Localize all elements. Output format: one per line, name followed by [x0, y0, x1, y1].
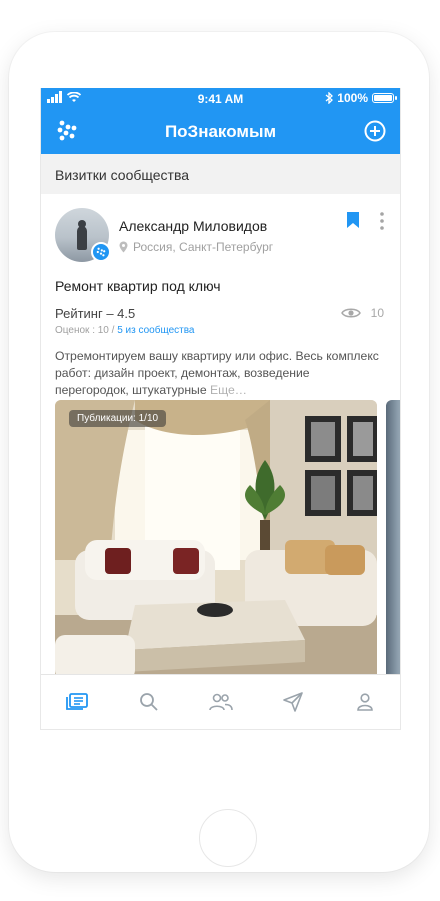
ratings-count-prefix: Оценок : 10 / — [55, 325, 115, 336]
tab-bar — [41, 674, 400, 729]
section-title: Визитки сообщества — [55, 167, 190, 183]
tab-people[interactable] — [209, 691, 233, 713]
user-location: Россия, Санкт-Петербург — [119, 240, 273, 254]
card-title: Ремонт квартир под ключ — [55, 278, 221, 294]
battery-icon — [372, 93, 397, 103]
tab-messages[interactable] — [281, 691, 305, 713]
tab-search[interactable] — [137, 691, 161, 713]
location-pin-icon — [119, 241, 128, 253]
tab-cards[interactable] — [65, 691, 89, 713]
profile-icon — [357, 693, 373, 711]
search-icon — [140, 693, 158, 711]
community-ratings-link[interactable]: 5 из сообщества — [117, 325, 194, 336]
app-title: ПоЗнакомым — [164, 122, 277, 141]
battery-percent: 100% — [337, 91, 368, 105]
next-publication-photo[interactable] — [386, 400, 400, 680]
add-circle-icon[interactable] — [364, 120, 386, 142]
rating-text: Рейтинг – 4.5 — [55, 306, 136, 321]
app-screen: 9:41 AM 100% ПоЗнакомым Визитки сообщест… — [40, 88, 401, 730]
ratings-count: Оценок : 10 / 5 из сообщества — [55, 325, 195, 336]
community-badge-icon — [91, 242, 111, 262]
status-bar: 9:41 AM 100% — [41, 88, 400, 108]
business-card[interactable]: Александр Миловидов Россия, Санкт-Петерб… — [41, 194, 400, 680]
app-navbar: ПоЗнакомым — [41, 108, 400, 154]
views-counter: 10 — [340, 306, 384, 320]
bookmark-icon[interactable] — [347, 212, 359, 228]
card-description: Отремонтируем вашу квартиру или офис. Ве… — [55, 348, 385, 399]
section-header: Визитки сообщества — [41, 154, 400, 195]
home-button[interactable] — [199, 809, 257, 867]
location-text: Россия, Санкт-Петербург — [133, 240, 274, 254]
people-icon — [209, 693, 233, 711]
bluetooth-icon — [325, 92, 334, 104]
tab-profile[interactable] — [353, 691, 377, 713]
eye-icon — [340, 308, 361, 318]
living-room-image — [55, 400, 377, 680]
views-count: 10 — [370, 306, 384, 320]
more-link[interactable]: Еще… — [210, 383, 247, 397]
publication-photo[interactable]: Публикации: 1/10 — [55, 400, 377, 680]
more-vertical-icon[interactable] — [379, 212, 385, 230]
user-name[interactable]: Александр Миловидов — [119, 218, 267, 234]
send-icon — [283, 692, 303, 712]
publications-badge: Публикации: 1/10 — [69, 410, 167, 427]
status-right: 100% — [325, 91, 397, 105]
cards-icon — [66, 693, 88, 710]
